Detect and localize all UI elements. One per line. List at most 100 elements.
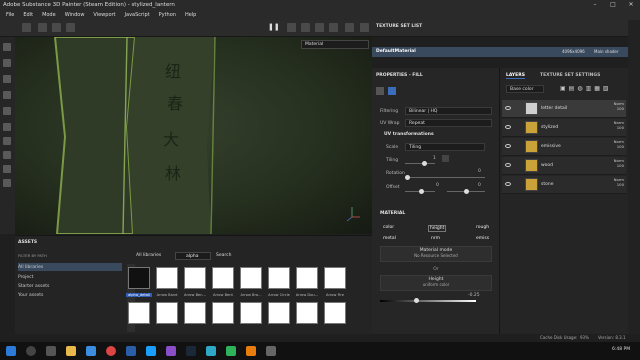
library-item-all[interactable]: All libraries <box>18 265 43 270</box>
asset-thumb-10[interactable] <box>184 302 206 324</box>
layer-row[interactable]: wood Norm 100 <box>502 157 626 175</box>
texture-set-row[interactable]: DefaultMaterial 4096x4096 Main shader <box>372 47 628 57</box>
fill-icon[interactable] <box>388 87 396 95</box>
minimize-button[interactable]: – <box>586 0 604 10</box>
visibility-icon[interactable] <box>505 125 511 129</box>
menu-python[interactable]: Python <box>159 12 176 18</box>
chrome-icon[interactable] <box>106 346 116 356</box>
file-explorer-icon[interactable] <box>66 346 76 356</box>
texture-set-shader[interactable]: Main shader <box>594 49 619 54</box>
camera-icon[interactable] <box>287 23 296 32</box>
menu-window[interactable]: Window <box>65 12 85 18</box>
offset-knob-2[interactable] <box>464 189 469 194</box>
channel-rough[interactable]: rough <box>476 225 489 230</box>
height-value[interactable]: -0.25 <box>468 293 480 298</box>
layout-icon[interactable] <box>301 23 310 32</box>
windows-start-icon[interactable] <box>6 346 16 356</box>
geometry-fill-icon[interactable] <box>3 91 11 99</box>
render-icon[interactable] <box>329 23 338 32</box>
tiling-value[interactable]: 1 <box>433 156 436 161</box>
search-icon[interactable] <box>26 346 36 356</box>
symmetry-icon[interactable] <box>38 23 47 32</box>
visibility-icon[interactable] <box>505 182 511 186</box>
polygon-fill-icon[interactable] <box>3 151 11 159</box>
layer-row[interactable]: stylized Norm 100 <box>502 119 626 137</box>
layer-icon[interactable] <box>376 87 384 95</box>
word-icon[interactable] <box>146 346 156 356</box>
right-dock-strip[interactable] <box>628 20 640 334</box>
channel-emiss[interactable]: emiss <box>476 236 489 241</box>
menu-help[interactable]: Help <box>185 12 196 18</box>
menu-javascript[interactable]: JavaScript <box>125 12 150 18</box>
screenshot-icon[interactable] <box>360 23 369 32</box>
offset-value-2[interactable]: 0 <box>478 183 481 188</box>
channel-nrm[interactable]: nrm <box>431 236 440 241</box>
offset-knob-1[interactable] <box>419 189 424 194</box>
layer-blend[interactable]: Norm 100 <box>606 101 624 111</box>
rotation-knob[interactable] <box>405 175 410 180</box>
blender-icon[interactable] <box>246 346 256 356</box>
export-tool-icon[interactable] <box>3 179 11 187</box>
scale-select[interactable]: Tiling <box>405 143 485 151</box>
pause-icon[interactable]: ❚❚ <box>268 23 280 32</box>
channel-select[interactable]: Base color <box>506 85 544 93</box>
asset-thumb-3[interactable] <box>212 267 234 289</box>
close-button[interactable]: ✕ <box>622 0 640 10</box>
asset-thumb-8[interactable] <box>128 302 150 324</box>
menu-edit[interactable]: Edit <box>23 12 33 18</box>
layer-blend[interactable]: Norm 100 <box>606 177 624 187</box>
height-box[interactable]: Height uniform color <box>380 275 492 291</box>
layer-blend[interactable]: Norm 100 <box>606 139 624 149</box>
asset-thumb-15[interactable] <box>324 302 346 324</box>
lock-icon[interactable] <box>442 155 449 162</box>
maximize-button[interactable]: □ <box>604 0 622 10</box>
app-icon[interactable] <box>266 346 276 356</box>
layer-name[interactable]: stylized <box>541 125 558 130</box>
menu-mode[interactable]: Mode <box>42 12 56 18</box>
layer-toolbar[interactable]: ▣▤◍▥▦▧ <box>560 85 626 94</box>
brush-icon[interactable] <box>52 23 61 32</box>
layer-name[interactable]: stone <box>541 182 553 187</box>
grid-icon[interactable] <box>22 23 31 32</box>
clone-tool-icon[interactable] <box>3 123 11 131</box>
search-input[interactable]: alpha <box>175 252 211 260</box>
library-item-project[interactable]: Project <box>18 275 33 280</box>
view-icon[interactable] <box>315 23 324 32</box>
menu-viewport[interactable]: Viewport <box>93 12 115 18</box>
visibility-icon[interactable] <box>505 106 511 110</box>
smudge-tool-icon[interactable] <box>3 107 11 115</box>
asset-thumb-13[interactable] <box>268 302 290 324</box>
library-item-your[interactable]: Your assets <box>18 293 43 298</box>
material-mode-box[interactable]: Material mode No Resource Selected <box>380 246 492 262</box>
channel-metal[interactable]: metal <box>383 236 396 241</box>
tab-texture-set-settings[interactable]: TEXTURE SET SETTINGS <box>540 73 600 78</box>
tab-layers[interactable]: LAYERS <box>506 73 525 79</box>
asset-thumb-9[interactable] <box>156 302 178 324</box>
layer-blend[interactable]: Norm 100 <box>606 120 624 130</box>
asset-thumb-5[interactable] <box>268 267 290 289</box>
layer-row[interactable]: stone Norm 100 <box>502 176 626 194</box>
discord-icon[interactable] <box>166 346 176 356</box>
uvwrap-select[interactable]: Repeat <box>405 119 492 127</box>
steam-icon[interactable] <box>186 346 196 356</box>
layer-name[interactable]: wood <box>541 163 553 168</box>
all-libraries-crumb[interactable]: All libraries <box>136 253 161 258</box>
menu-file[interactable]: File <box>6 12 14 18</box>
layer-row[interactable]: letter detail Norm 100 <box>502 100 626 118</box>
asset-thumb-12[interactable] <box>240 302 262 324</box>
rotation-value[interactable]: 0 <box>478 169 481 174</box>
settings-icon[interactable] <box>345 23 354 32</box>
layer-name[interactable]: emissive <box>541 144 561 149</box>
height-knob[interactable] <box>414 298 419 303</box>
painter-icon[interactable] <box>226 346 236 356</box>
grid-settings-icon[interactable] <box>66 23 75 32</box>
projection-tool-icon[interactable] <box>3 75 11 83</box>
picker-tool-icon[interactable] <box>3 137 11 145</box>
channel-height[interactable]: height <box>428 225 447 232</box>
asset-thumb-0[interactable] <box>128 267 150 289</box>
visibility-icon[interactable] <box>505 163 511 167</box>
asset-thumb-7[interactable] <box>324 267 346 289</box>
library-item-starter[interactable]: Starter assets <box>18 284 49 289</box>
edge-icon[interactable] <box>86 346 96 356</box>
viewport-3d[interactable]: 纽 春 大 林 <box>15 37 372 234</box>
